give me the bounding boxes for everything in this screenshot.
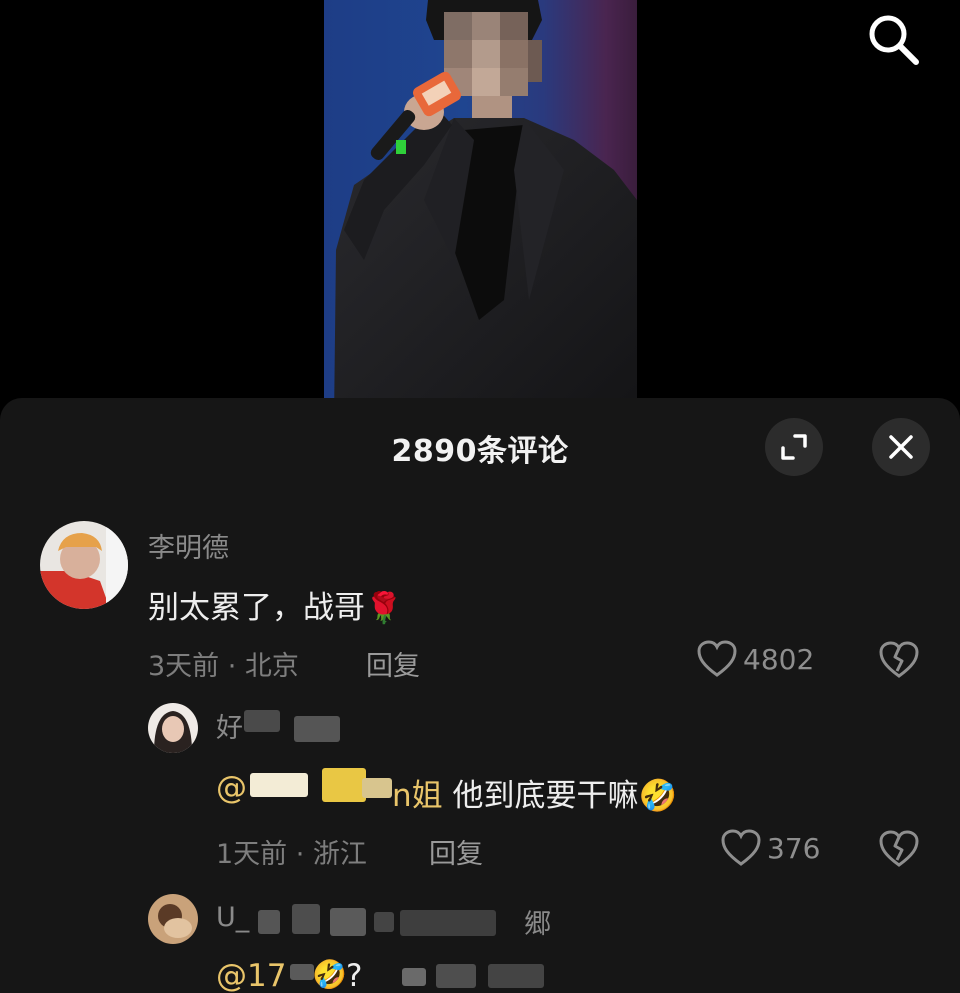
dislike-button[interactable] bbox=[879, 829, 919, 869]
avatar[interactable] bbox=[148, 894, 198, 944]
comments-sheet: 2890条评论 李明德 别太累了，战哥🌹 3天前 · 北京 回复 4802 好 … bbox=[0, 398, 960, 993]
reply-emoji: 🤣 bbox=[312, 958, 347, 991]
blurred-username bbox=[244, 710, 280, 732]
search-icon bbox=[869, 15, 919, 65]
reply-username[interactable]: 好 bbox=[216, 706, 243, 745]
search-button[interactable] bbox=[862, 8, 922, 68]
username-prefix: U_ bbox=[216, 902, 250, 933]
blurred-username bbox=[330, 908, 366, 936]
pixelated-face bbox=[444, 12, 542, 96]
video-frame bbox=[324, 0, 637, 420]
like-button[interactable]: 376 bbox=[721, 829, 820, 867]
username-visible-char: 好 bbox=[216, 713, 243, 744]
blurred-mention bbox=[362, 778, 392, 798]
expand-button[interactable] bbox=[765, 418, 823, 476]
reply-text-tail: ? bbox=[346, 958, 363, 993]
reply-button[interactable]: 回复 bbox=[429, 832, 483, 871]
rose-emoji: 🌹 bbox=[365, 591, 403, 626]
blurred-username bbox=[258, 910, 280, 934]
video-player[interactable] bbox=[0, 0, 960, 420]
comment-time-location: 3天前 · 北京 bbox=[148, 651, 299, 682]
reply-text-body: n姐 他到底要干嘛🤣 bbox=[392, 770, 677, 815]
blurred-text bbox=[436, 964, 476, 988]
blurred-mention bbox=[322, 768, 366, 802]
blurred-username bbox=[294, 716, 340, 742]
like-count: 376 bbox=[767, 831, 821, 865]
reply-text: @17 bbox=[216, 958, 286, 993]
blurred-mention bbox=[250, 773, 308, 797]
broken-heart-icon bbox=[879, 641, 919, 678]
reply-time-location: 1天前 · 浙江 bbox=[216, 839, 367, 870]
video-still-image bbox=[334, 0, 637, 420]
mention-suffix[interactable]: n姐 bbox=[392, 778, 443, 814]
comment-text: 别太累了，战哥🌹 bbox=[148, 582, 402, 627]
blurred-text bbox=[402, 968, 426, 986]
blurred-username bbox=[374, 912, 394, 932]
blurred-mention bbox=[290, 964, 314, 980]
like-count: 4802 bbox=[743, 642, 815, 676]
heart-icon bbox=[721, 829, 761, 866]
avatar[interactable] bbox=[148, 703, 198, 753]
blurred-username bbox=[400, 910, 496, 936]
avatar[interactable] bbox=[40, 521, 128, 609]
username-suffix: 郷 bbox=[524, 909, 551, 940]
close-button[interactable] bbox=[872, 418, 930, 476]
reply-username[interactable]: U_ bbox=[216, 902, 249, 933]
broken-heart-icon bbox=[879, 830, 919, 867]
close-icon bbox=[889, 435, 913, 459]
dislike-button[interactable] bbox=[879, 640, 919, 680]
comment-body: 别太累了，战哥 bbox=[148, 590, 365, 626]
comment-username[interactable]: 李明德 bbox=[148, 526, 229, 565]
blurred-username bbox=[292, 904, 320, 934]
reply-text: @ bbox=[216, 770, 247, 806]
rofl-emoji: 🤣 bbox=[638, 778, 678, 814]
mention[interactable]: @17 bbox=[216, 958, 286, 993]
blurred-text bbox=[488, 964, 544, 988]
reply-button[interactable]: 回复 bbox=[366, 644, 420, 683]
like-button[interactable]: 4802 bbox=[697, 640, 814, 678]
reply-body: 他到底要干嘛 bbox=[442, 778, 639, 814]
mention-at[interactable]: @ bbox=[216, 770, 247, 806]
heart-icon bbox=[697, 640, 737, 677]
expand-icon bbox=[781, 434, 807, 460]
